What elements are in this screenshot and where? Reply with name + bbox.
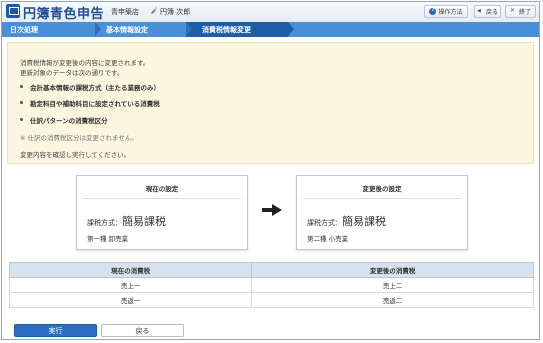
company-name: 青申築店 [111, 8, 139, 16]
app-header: 円簿青色申告 青申築店 円簿 次郎 操作方法 戻る 終了 [2, 2, 539, 23]
current-business-category: 第一種 卸売業 [87, 235, 129, 243]
app-logo-icon [6, 4, 20, 18]
breadcrumb-separator [95, 22, 101, 36]
breadcrumb-item-daily[interactable]: 日次処理 [10, 22, 38, 37]
breadcrumb-separator [186, 22, 192, 36]
notice-line-1: 消費税情報が変更後の内容に変更されます。 [20, 59, 150, 67]
new-setting-title: 変更後の設定 [362, 185, 402, 193]
notice-note: ※ 仕訳の消費税区分は変更されません。 [20, 134, 138, 142]
table-header-row: 現在の消費税 変更後の消費税 [8, 262, 534, 278]
new-tax-method: 課税方式：簡易課税 [307, 210, 386, 229]
current-setting-title: 現在の設定 [145, 185, 179, 193]
info-notice: 消費税情報が変更後の内容に変更されます。 更新対象のデータは次の通りです。 会計… [7, 42, 534, 164]
table-cell: 売返一 [8, 292, 253, 308]
bullet-icon [20, 85, 23, 88]
breadcrumb: 日次処理 基本情報設定 消費税情報変更 [2, 22, 539, 37]
user-icon [151, 7, 157, 14]
help-button-label: 操作方法 [438, 9, 463, 16]
tax-method-label: 課税方式： [307, 219, 342, 227]
breadcrumb-separator [288, 22, 294, 36]
table-row: 売上一 売上二 [8, 277, 534, 293]
divider [83, 198, 241, 199]
tax-comparison-table: 現在の消費税 変更後の消費税 売上一 売上二 売返一 売返二 [8, 262, 534, 308]
header-back-label: 戻る [485, 9, 498, 16]
divider [303, 198, 461, 199]
current-tax-method: 課税方式：簡易課税 [87, 210, 166, 229]
new-setting-card: 変更後の設定 課税方式：簡易課税 第二種 小売業 [296, 175, 468, 250]
new-business-category: 第二種 小売業 [307, 235, 349, 243]
back-arrow-icon [477, 8, 484, 15]
app-window: 円簿青色申告 青申築店 円簿 次郎 操作方法 戻る 終了 日次処理 基本情報設定… [1, 1, 540, 340]
notice-bullet-3: 仕訳パターンの消費税区分 [30, 117, 108, 125]
table-cell: 売返二 [251, 292, 534, 308]
notice-confirm: 変更内容を確認し実行してください。 [20, 151, 131, 159]
table-cell: 売上一 [8, 277, 253, 293]
header-back-button[interactable]: 戻る [474, 5, 501, 18]
table-row: 売返一 売返二 [8, 292, 534, 308]
notice-bullet-2: 勘定科目や補助科目に設定されている消費税 [30, 100, 160, 108]
notice-line-2: 更新対象のデータは次の通りです。 [20, 69, 124, 77]
notice-bullet-1: 会計基本情報の課税方式（主たる業務のみ） [30, 84, 160, 92]
column-header-new: 変更後の消費税 [251, 262, 534, 278]
breadcrumb-item-basic-settings[interactable]: 基本情報設定 [106, 22, 148, 37]
help-button[interactable]: 操作方法 [424, 5, 468, 18]
execute-button[interactable]: 実行 [14, 324, 97, 337]
back-button[interactable]: 戻る [101, 324, 184, 337]
help-icon [429, 7, 437, 15]
current-setting-card: 現在の設定 課税方式：簡易課税 第一種 卸売業 [76, 175, 248, 250]
arrow-right-icon [262, 204, 282, 216]
bullet-icon [20, 101, 23, 104]
close-button-label: 終了 [518, 9, 531, 16]
app-title: 円簿青色申告 [23, 7, 105, 22]
tax-method-value: 簡易課税 [342, 215, 386, 228]
user-name: 円簿 次郎 [160, 8, 191, 16]
tax-method-value: 簡易課税 [122, 215, 166, 228]
tax-method-label: 課税方式： [87, 219, 122, 227]
bullet-icon [20, 118, 23, 121]
breadcrumb-item-tax-change: 消費税情報変更 [202, 25, 251, 34]
table-cell: 売上二 [251, 277, 534, 293]
close-button[interactable]: 終了 [505, 5, 536, 18]
column-header-current: 現在の消費税 [8, 262, 253, 278]
close-icon [510, 7, 517, 15]
